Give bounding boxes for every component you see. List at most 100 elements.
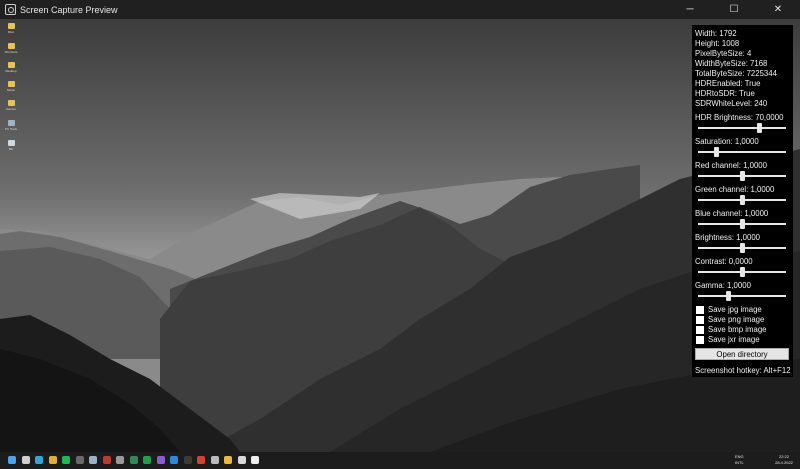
xbox-icon[interactable] [143,456,151,464]
red-channel-slider[interactable] [698,171,786,181]
minimize-button[interactable]: ─ [668,0,712,19]
app-icon[interactable] [210,456,219,464]
info-sdr-white-level: SDRWhiteLevel: 240 [695,99,768,108]
window-title: Screen Capture Preview [20,4,118,15]
input-language-indicator[interactable]: ENG INTL [735,454,744,466]
steam-icon[interactable] [89,456,97,464]
camera-icon [5,4,16,15]
info-width-byte-size: WidthByteSize: 7168 [695,59,768,68]
saturation-label: Saturation: 1,0000 [695,137,759,146]
mountain-landscape-image [0,19,800,452]
slider-thumb[interactable] [740,195,745,205]
keyboard-layout: INTL [735,460,744,465]
save-bmp-checkbox[interactable]: Save bmp image [696,325,793,335]
red-channel-label: Red channel: 1,0000 [695,161,767,170]
desktop-icon-label: Shortcuts [4,50,18,54]
folder-icon [7,43,15,49]
app-icon[interactable] [75,456,84,464]
hdr-brightness-slider[interactable] [698,123,786,133]
info-height: Height: 1008 [695,39,740,48]
app-icon[interactable] [116,456,124,464]
slider-thumb[interactable] [740,243,745,253]
slider-thumb[interactable] [725,291,731,301]
maximize-button[interactable]: ☐ [712,0,756,19]
checkbox-box[interactable] [696,306,704,314]
desktop-icon-label: PC Tools [5,127,17,131]
slider-thumb[interactable] [740,171,745,181]
brightness-label: Brightness: 1,0000 [695,233,761,242]
app-icon[interactable] [197,456,205,464]
recycle-bin-icon [7,140,15,146]
desktop-icon[interactable]: Bin [4,140,18,151]
info-width: Width: 1792 [695,29,737,38]
desktop-icon[interactable]: Music [4,81,18,92]
desktop-icon[interactable]: PC Tools [4,120,18,131]
desktop-icon[interactable]: Games [4,100,18,111]
blue-channel-label: Blue channel: 1,0000 [695,209,769,218]
gamma-slider[interactable] [698,291,786,301]
desktop-icon[interactable]: Misc [4,23,18,34]
save-bmp-label: Save bmp image [708,325,767,334]
checkbox-box[interactable] [696,326,704,334]
clock-date: 28.4.2022 [775,460,793,465]
app-icon[interactable] [102,456,111,464]
taskbar: ENG INTL 22:22 28.4.2022 [0,452,800,469]
info-total-byte-size: TotalByteSize: 7225344 [695,69,777,78]
checkbox-box[interactable] [696,316,704,324]
info-hdr-enabled: HDREnabled: True [695,79,761,88]
save-jxr-label: Save jxr image [708,335,760,344]
desktop-icon-label: Desktop [5,69,17,73]
title-bar: Screen Capture Preview ─ ☐ ✕ [0,0,800,19]
folder-icon [7,100,15,106]
spotify-icon[interactable] [62,456,70,464]
gamma-label: Gamma: 1,0000 [695,281,751,290]
desktop-icon[interactable]: Desktop [4,62,18,73]
blue-channel-slider[interactable] [698,219,786,229]
desktop-icon-label: Music [7,88,15,92]
capture-preview-image: Misc Shortcuts Desktop Music Games PC To… [0,19,800,452]
save-png-label: Save png image [708,315,765,324]
slider-thumb[interactable] [740,219,745,229]
settings-panel: Width: 1792 Height: 1008 PixelByteSize: … [692,25,793,377]
app-icon[interactable] [183,456,192,464]
save-jpg-checkbox[interactable]: Save jpg image [696,305,793,315]
hdr-brightness-label: HDR Brightness: 70,0000 [695,113,784,122]
save-jxr-checkbox[interactable]: Save jxr image [696,335,793,345]
desktop-icon-label: Games [6,107,16,111]
slider-thumb[interactable] [740,267,745,277]
folder-icon [7,62,15,68]
visual-studio-icon[interactable] [156,456,165,464]
vscode-icon[interactable] [170,456,178,464]
slider-thumb[interactable] [756,123,762,133]
folder-icon [7,23,15,29]
green-channel-slider[interactable] [698,195,786,205]
edge-icon[interactable] [35,456,43,464]
info-pixel-byte-size: PixelByteSize: 4 [695,49,752,58]
app-icon [7,120,15,126]
desktop-icon[interactable]: Shortcuts [4,43,18,54]
checkbox-box[interactable] [696,336,704,344]
desktop-icon-label: Bin [8,147,14,151]
open-directory-button[interactable]: Open directory [695,348,789,360]
info-hdr-to-sdr: HDRtoSDR: True [695,89,755,98]
start-icon[interactable] [8,456,16,464]
app-icon[interactable] [129,456,138,464]
system-clock[interactable]: 22:22 28.4.2022 [771,454,797,466]
brightness-slider[interactable] [698,243,786,253]
saturation-slider[interactable] [698,147,786,157]
desktop-icon-label: Misc [7,30,15,34]
app-icon[interactable] [237,456,246,464]
chrome-icon[interactable] [48,456,57,464]
search-icon[interactable] [21,456,30,464]
screenshot-hotkey-label: Screenshot hotkey: Alt+F12 [695,366,791,375]
green-channel-label: Green channel: 1,0000 [695,185,775,194]
save-png-checkbox[interactable]: Save png image [696,315,793,325]
screen-capture-icon[interactable] [251,456,259,464]
contrast-slider[interactable] [698,267,786,277]
file-explorer-icon[interactable] [224,456,232,464]
save-jpg-label: Save jpg image [708,305,762,314]
slider-thumb[interactable] [714,147,720,157]
folder-icon [7,81,15,87]
close-button[interactable]: ✕ [756,0,800,19]
contrast-label: Contrast: 0,0000 [695,257,753,266]
